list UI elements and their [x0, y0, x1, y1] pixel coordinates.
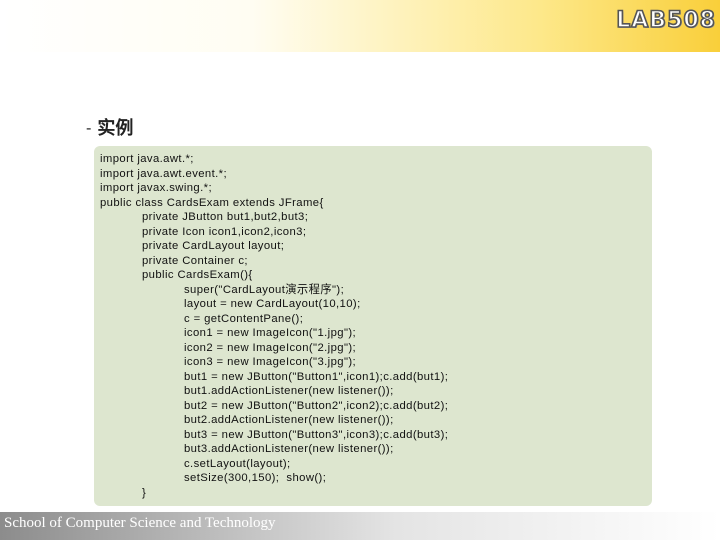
- code-line: public CardsExam(){: [142, 269, 253, 281]
- code-line: }: [142, 486, 147, 499]
- code-line: import java.awt.*;: [100, 153, 194, 165]
- footer-text: School of Computer Science and Technolog…: [4, 515, 276, 531]
- code-line: setSize(300,150); show();: [184, 472, 327, 484]
- code-line: public class CardsExam extends JFrame{: [100, 196, 324, 209]
- code-line: import javax.swing.*;: [100, 182, 212, 194]
- code-line: but2 = new JButton("Button2",icon2);c.ad…: [184, 399, 449, 412]
- code-line: layout = new CardLayout(10,10);: [184, 298, 361, 310]
- code-line: c = getContentPane();: [184, 312, 304, 325]
- code-line: but1 = new JButton("Button1",icon1);c.ad…: [184, 370, 449, 383]
- code-line: c.setLayout(layout);: [184, 457, 291, 470]
- code-line: but1.addActionListener(new listener());: [184, 385, 394, 397]
- code-block: import java.awt.*; import java.awt.event.…: [100, 152, 448, 500]
- code-line: but2.addActionListener(new listener());: [184, 414, 394, 426]
- lab-logo: LAB508: [615, 7, 716, 34]
- code-line: super("CardLayout演示程序");: [184, 283, 345, 296]
- code-line: icon1 = new ImageIcon("1.jpg");: [184, 327, 357, 339]
- code-line: icon2 = new ImageIcon("2.jpg");: [184, 341, 357, 354]
- slide-heading: 实例: [97, 118, 134, 139]
- code-line: but3 = new JButton("Button3",icon3);c.ad…: [184, 428, 449, 441]
- code-line: icon3 = new ImageIcon("3.jpg");: [184, 356, 357, 368]
- code-line: private Icon icon1,icon2,icon3;: [142, 225, 307, 238]
- bullet-dash: -: [86, 117, 92, 137]
- slide-heading-row: - 实例: [86, 114, 133, 140]
- code-line: private JButton but1,but2,but3;: [142, 211, 309, 223]
- code-line: import java.awt.event.*;: [100, 167, 228, 180]
- header-band: [0, 0, 720, 52]
- code-line: private Container c;: [142, 254, 248, 267]
- code-line: but3.addActionListener(new listener());: [184, 443, 394, 455]
- code-line: private CardLayout layout;: [142, 240, 285, 252]
